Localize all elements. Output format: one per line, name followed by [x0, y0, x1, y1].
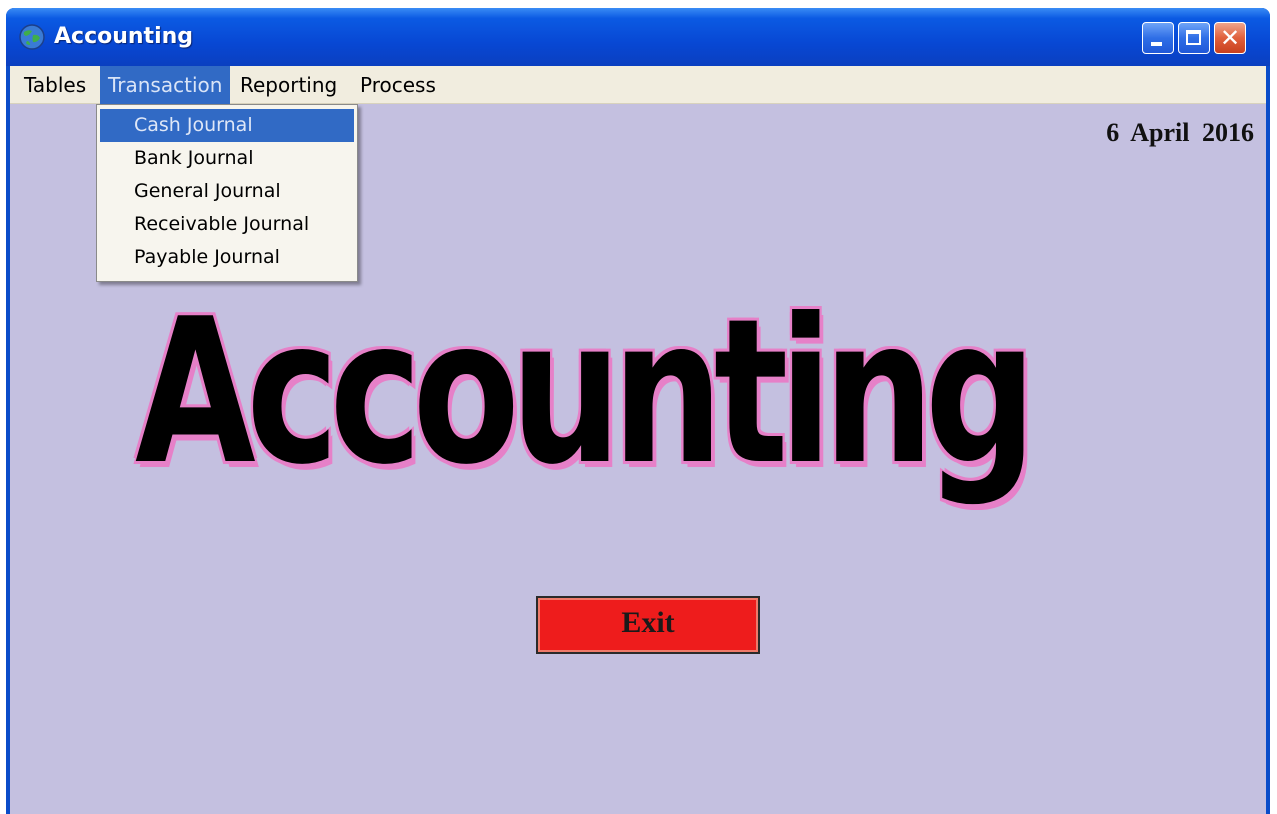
exit-button[interactable]: Exit [536, 596, 760, 654]
close-icon: ✕ [1219, 24, 1241, 52]
minimize-icon [1151, 42, 1162, 46]
menu-transaction[interactable]: Transaction [100, 66, 231, 104]
maximize-icon [1186, 30, 1201, 45]
menu-item-bank-journal[interactable]: Bank Journal [100, 142, 354, 175]
transaction-dropdown-menu: Cash Journal Bank Journal General Journa… [96, 104, 358, 282]
menu-process[interactable]: Process [352, 66, 444, 104]
banner-title: Accounting [135, 276, 1037, 509]
globe-icon [18, 23, 46, 51]
minimize-button[interactable] [1142, 22, 1174, 54]
menu-item-receivable-journal[interactable]: Receivable Journal [100, 208, 354, 241]
menu-reporting[interactable]: Reporting [232, 66, 345, 104]
exit-button-label: Exit [538, 598, 758, 652]
menu-tables[interactable]: Tables [16, 66, 94, 104]
menu-item-payable-journal[interactable]: Payable Journal [100, 241, 354, 274]
menu-item-cash-journal[interactable]: Cash Journal [100, 109, 354, 142]
date-label: 6 April 2016 [1106, 118, 1254, 147]
close-button[interactable]: ✕ [1214, 22, 1246, 54]
menu-item-general-journal[interactable]: General Journal [100, 175, 354, 208]
maximize-button[interactable] [1178, 22, 1210, 54]
menu-bar: Tables Transaction Reporting Process [10, 66, 1266, 104]
title-bar[interactable]: Accounting ✕ [6, 8, 1270, 66]
window-title: Accounting [54, 24, 194, 49]
